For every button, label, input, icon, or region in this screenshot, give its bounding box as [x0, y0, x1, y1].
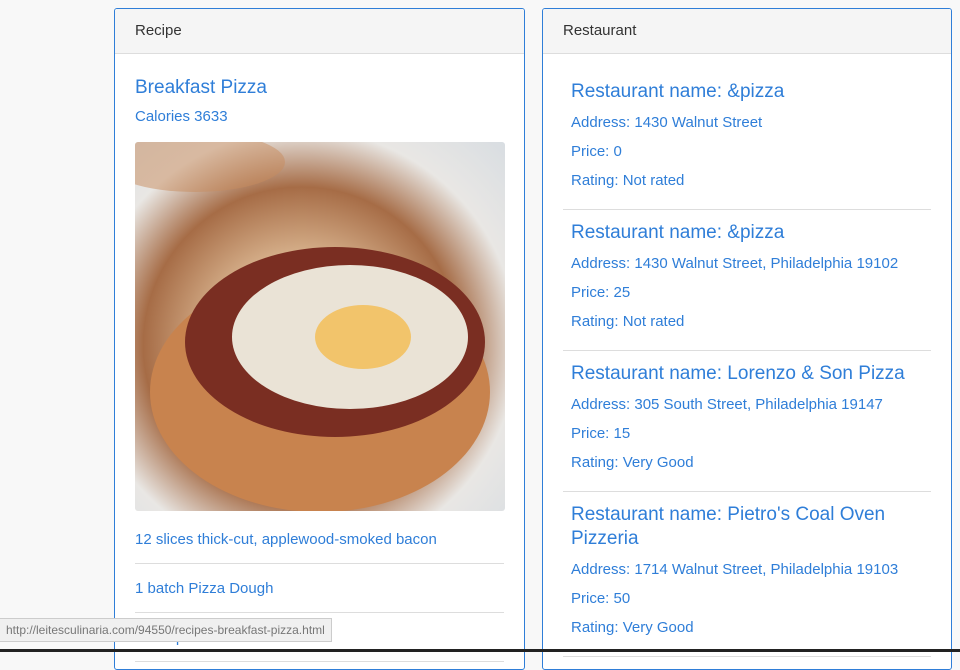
restaurant-name: Restaurant name: &pizza [571, 81, 785, 102]
restaurant-price: Price: 25 [571, 284, 631, 301]
restaurant-list-item[interactable]: Restaurant name: Lorenzo & Son Pizza Add… [563, 351, 931, 492]
restaurant-panel: Restaurant Restaurant name: &pizza Addre… [542, 8, 952, 670]
recipe-panel-body: Breakfast Pizza Calories 3633 12 slices … [115, 76, 524, 662]
restaurant-rating: Rating: Very Good [571, 454, 694, 471]
restaurant-price: Price: 0 [571, 143, 622, 160]
recipe-title[interactable]: Breakfast Pizza [135, 76, 504, 100]
restaurant-list-item[interactable]: Restaurant name: Pietro's Coal Oven Pizz… [563, 492, 931, 657]
restaurant-list: Restaurant name: &pizza Address: 1430 Wa… [543, 54, 951, 657]
restaurant-rating: Rating: Not rated [571, 172, 685, 189]
recipe-image[interactable] [135, 142, 505, 511]
restaurant-rating: Rating: Very Good [571, 619, 694, 636]
restaurant-price: Price: 15 [571, 425, 631, 442]
ingredient-item[interactable]: 12 slices thick-cut, applewood-smoked ba… [135, 525, 504, 564]
background-crust [135, 142, 285, 192]
recipe-calories[interactable]: Calories 3633 [135, 108, 504, 126]
ingredient-item[interactable]: 1 batch Pizza Dough [135, 574, 504, 613]
restaurant-panel-header: Restaurant [543, 9, 951, 54]
restaurant-name: Restaurant name: Pietro's Coal Oven Pizz… [571, 504, 886, 549]
restaurant-address: Address: 305 South Street, Philadelphia … [571, 396, 883, 413]
recipe-panel-header: Recipe [115, 9, 524, 54]
restaurant-name: Restaurant name: Lorenzo & Son Pizza [571, 363, 905, 384]
restaurant-address: Address: 1430 Walnut Street, Philadelphi… [571, 255, 899, 272]
restaurant-address: Address: 1714 Walnut Street, Philadelphi… [571, 561, 899, 578]
egg-yolk [315, 305, 411, 369]
restaurant-rating: Rating: Not rated [571, 313, 685, 330]
restaurant-name: Restaurant name: &pizza [571, 222, 785, 243]
pizza-illustration [135, 142, 490, 511]
restaurant-price: Price: 50 [571, 590, 631, 607]
restaurant-address: Address: 1430 Walnut Street [571, 114, 763, 131]
recipe-panel: Recipe Breakfast Pizza Calories 3633 12 … [114, 8, 525, 670]
restaurant-list-item[interactable]: Restaurant name: &pizza Address: 1430 Wa… [563, 210, 931, 351]
restaurant-list-item[interactable]: Restaurant name: &pizza Address: 1430 Wa… [563, 54, 931, 210]
status-bar-link-preview: http://leitesculinaria.com/94550/recipes… [0, 618, 332, 642]
